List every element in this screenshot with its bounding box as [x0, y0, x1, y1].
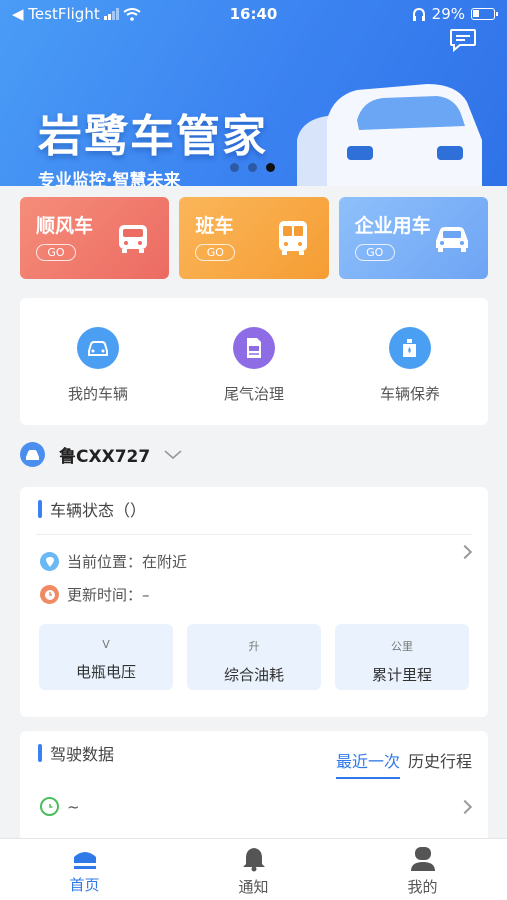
chevron-right-icon[interactable] — [457, 544, 473, 560]
metric-unit: V — [102, 638, 110, 651]
driving-data-card: 驾驶数据 最近一次 历史行程 ~ — [20, 731, 488, 841]
go-badge[interactable]: GO — [36, 244, 76, 261]
banner-title: 岩鹭车管家 — [38, 111, 268, 162]
service-label: 尾气治理 — [223, 385, 284, 403]
tab-bar: 首页 通知 我的 — [0, 838, 507, 900]
location-pin-icon — [40, 552, 59, 571]
clock: 16:40 — [229, 5, 278, 23]
section-accent-bar — [38, 500, 42, 518]
back-to-app-link[interactable]: ◀ TestFlight — [12, 5, 100, 23]
tab-profile[interactable]: 我的 — [363, 839, 483, 900]
metric-unit: 公里 — [391, 640, 413, 653]
metrics-row: V 电瓶电压 升 综合油耗 公里 累计里程 — [39, 624, 469, 690]
section-title: 车辆状态（） — [50, 501, 147, 520]
service-exhaust[interactable]: 尾气治理 — [194, 327, 314, 404]
banner-subtitle: 专业监控·智慧未来 — [38, 171, 181, 186]
carousel-indicator — [230, 163, 275, 172]
go-badge[interactable]: GO — [354, 244, 395, 261]
metric-fuel-consumption[interactable]: 升 综合油耗 — [187, 624, 321, 690]
home-icon — [73, 852, 96, 869]
document-icon — [233, 327, 275, 369]
tab-history[interactable]: 历史行程 — [408, 748, 472, 779]
chevron-down-icon[interactable] — [164, 449, 182, 460]
update-time-text: 更新时间：– — [67, 586, 150, 604]
clock-icon — [40, 585, 59, 604]
trip-time-row[interactable]: ~ — [40, 797, 80, 816]
carousel-dot[interactable] — [248, 163, 257, 172]
signal-icon — [103, 8, 119, 20]
tab-latest[interactable]: 最近一次 — [335, 748, 400, 779]
go-badge[interactable]: GO — [195, 244, 236, 261]
quick-action-label: 企业用车 — [354, 215, 431, 237]
tab-label: 我的 — [407, 878, 438, 896]
bus-icon — [278, 221, 307, 255]
bell-icon — [242, 848, 265, 872]
chevron-right-icon[interactable] — [457, 799, 473, 815]
section-header: 车辆状态（） — [38, 500, 147, 520]
battery-percent: 29% — [431, 5, 465, 23]
tab-notifications[interactable]: 通知 — [194, 839, 314, 900]
vehicle-selector[interactable]: 鲁CXX727 — [20, 442, 182, 467]
metric-label: 综合油耗 — [223, 666, 284, 684]
driving-tabs: 最近一次 历史行程 — [335, 748, 472, 779]
clock-icon — [40, 797, 59, 816]
headphones-icon — [412, 7, 425, 21]
tab-home[interactable]: 首页 — [25, 839, 145, 900]
carousel-dot[interactable] — [230, 163, 239, 172]
car-front-icon — [119, 225, 148, 253]
metric-total-mileage[interactable]: 公里 累计里程 — [335, 624, 469, 690]
quick-action-company-car[interactable]: 企业用车 GO — [338, 197, 488, 279]
car-icon — [20, 442, 45, 467]
quick-actions: 顺风车 GO 班车 GO 企业用车 GO — [20, 197, 488, 279]
service-label: 车辆保养 — [379, 385, 440, 403]
metric-label: 累计里程 — [371, 666, 432, 684]
quick-action-label: 班车 — [195, 215, 234, 237]
vehicle-status-card: 车辆状态（） 当前位置：在附近 更新时间：– V 电瓶电压 升 综合油耗 公里 … — [20, 487, 488, 717]
section-accent-bar — [38, 744, 42, 762]
quick-action-label: 顺风车 — [36, 215, 94, 237]
status-bar: ◀ TestFlight 16:40 29% — [0, 0, 507, 28]
car-icon — [435, 227, 468, 252]
service-label: 我的车辆 — [67, 385, 128, 403]
tab-label: 通知 — [238, 878, 269, 896]
service-maintenance[interactable]: 车辆保养 — [350, 327, 470, 404]
car-illustration — [297, 84, 482, 186]
divider — [36, 534, 472, 535]
section-header: 驾驶数据 — [38, 744, 115, 764]
section-title: 驾驶数据 — [50, 745, 115, 764]
carousel-dot-active[interactable] — [266, 163, 275, 172]
user-icon — [410, 847, 435, 871]
oil-icon — [389, 327, 431, 369]
location-text: 当前位置：在附近 — [67, 553, 188, 571]
license-plate: 鲁CXX727 — [59, 447, 151, 467]
trip-time-range: ~ — [67, 797, 80, 816]
wifi-icon — [123, 7, 141, 21]
quick-action-ride-share[interactable]: 顺风车 GO — [20, 197, 170, 279]
metric-unit: 升 — [248, 640, 260, 653]
battery-icon — [471, 8, 498, 20]
service-my-vehicles[interactable]: 我的车辆 — [38, 327, 158, 404]
metric-battery-voltage[interactable]: V 电瓶电压 — [39, 624, 173, 690]
update-time-row: 更新时间：– — [40, 584, 150, 605]
services-panel: 我的车辆 尾气治理 车辆保养 — [20, 298, 488, 425]
tab-label: 首页 — [69, 876, 100, 894]
quick-action-shuttle[interactable]: 班车 GO — [179, 197, 329, 279]
car-icon — [77, 327, 119, 369]
message-icon[interactable] — [449, 28, 477, 52]
metric-label: 电瓶电压 — [75, 663, 136, 681]
location-row[interactable]: 当前位置：在附近 — [40, 551, 187, 572]
